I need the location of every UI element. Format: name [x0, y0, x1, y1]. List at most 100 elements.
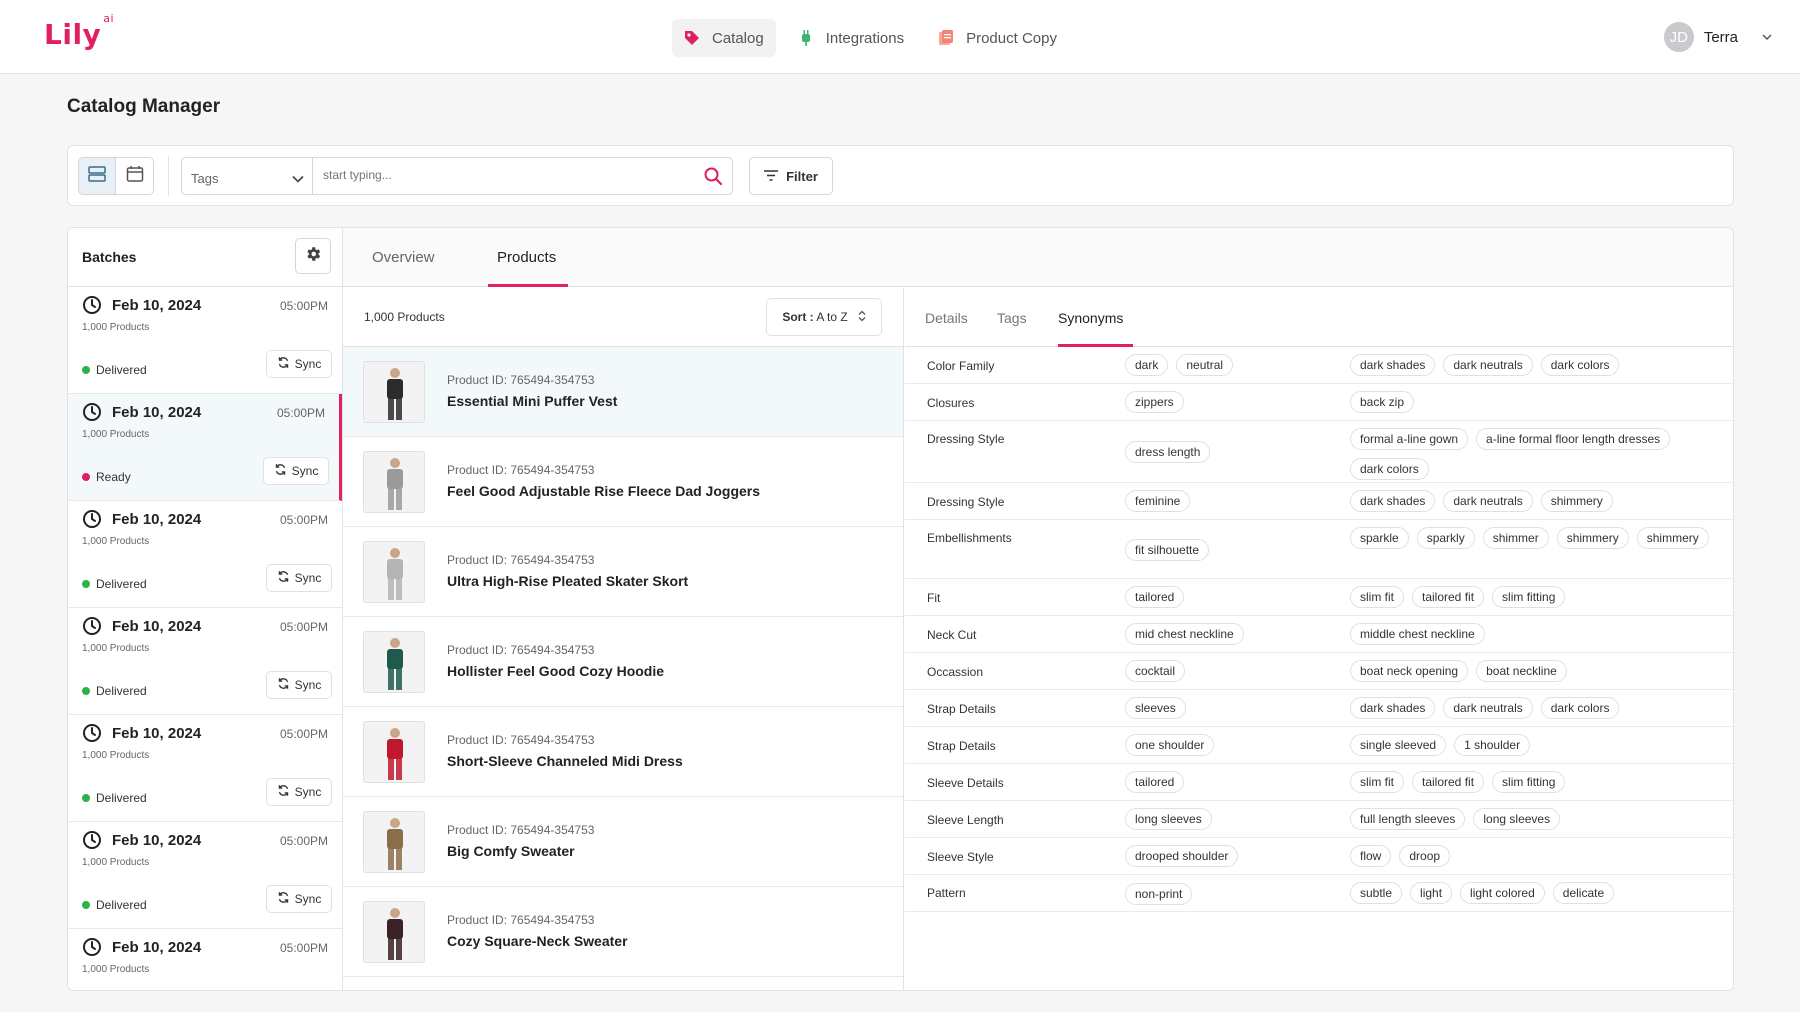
tag-chip[interactable]: one shoulder — [1125, 734, 1215, 756]
tag-chip[interactable]: cocktail — [1125, 660, 1186, 682]
batch-date: Feb 10, 2024 — [112, 404, 202, 421]
synonym-chip[interactable]: tailored fit — [1412, 586, 1485, 608]
synonym-chip[interactable]: flow — [1350, 845, 1392, 867]
tag-chip[interactable]: dress length — [1125, 441, 1211, 463]
synonym-chip[interactable]: boat neck opening — [1350, 660, 1469, 682]
synonym-chip[interactable]: shimmery — [1540, 490, 1613, 512]
tag-chip[interactable]: non-print — [1125, 883, 1193, 905]
batch-item[interactable]: Feb 10, 2024 05:00PM 1,000 Products Deli… — [68, 822, 342, 929]
attribute-synonyms: slim fit tailored fit slim fitting — [1350, 771, 1720, 793]
synonym-chip[interactable]: slim fit — [1350, 586, 1404, 608]
synonym-chip[interactable]: slim fitting — [1492, 586, 1566, 608]
sync-button[interactable]: Sync — [266, 885, 332, 913]
tag-chip[interactable]: mid chest neckline — [1125, 623, 1244, 645]
batch-settings-button[interactable] — [295, 238, 331, 274]
tag-chip[interactable]: drooped shoulder — [1125, 845, 1239, 867]
synonym-chip[interactable]: formal a-line gown — [1350, 428, 1469, 450]
batch-item[interactable]: Feb 10, 2024 05:00PM 1,000 Products — [68, 929, 342, 990]
synonym-chip[interactable]: sparkle — [1350, 527, 1409, 549]
batch-item[interactable]: Feb 10, 2024 05:00PM 1,000 Products Deli… — [68, 501, 342, 608]
tab-products[interactable]: Products — [497, 249, 556, 266]
sync-button[interactable]: Sync — [266, 564, 332, 592]
sync-button[interactable]: Sync — [263, 457, 329, 485]
gear-icon — [304, 245, 322, 268]
list-view-button[interactable] — [79, 158, 116, 194]
synonym-chip[interactable]: dark neutrals — [1443, 354, 1533, 376]
synonym-chip[interactable]: light — [1410, 882, 1453, 904]
tag-chip[interactable]: tailored — [1125, 771, 1185, 793]
tags-select[interactable]: Tags — [181, 157, 313, 195]
tag-chip[interactable]: feminine — [1125, 490, 1191, 512]
synonym-chip[interactable]: slim fitting — [1492, 771, 1566, 793]
filter-button[interactable]: Filter — [749, 157, 833, 195]
synonym-chip[interactable]: a-line formal floor length dresses — [1476, 428, 1671, 450]
product-row[interactable]: Product ID: 765494-354753 Short-Sleeve C… — [343, 707, 903, 797]
search-input[interactable] — [313, 158, 673, 192]
attribute-label: Strap Details — [927, 702, 996, 716]
batch-item[interactable]: Feb 10, 2024 05:00PM 1,000 Products Deli… — [68, 608, 342, 715]
synonym-chip[interactable]: 1 shoulder — [1454, 734, 1531, 756]
tag-chip[interactable]: neutral — [1176, 354, 1234, 376]
synonym-chip[interactable]: light colored — [1460, 882, 1545, 904]
clock-icon — [82, 830, 102, 855]
synonym-chip[interactable]: shimmery — [1556, 527, 1629, 549]
synonym-chip[interactable]: dark colors — [1540, 697, 1620, 719]
synonym-chip[interactable]: shimmer — [1482, 527, 1549, 549]
calendar-view-button[interactable] — [116, 158, 153, 194]
tag-chip[interactable]: long sleeves — [1125, 808, 1212, 830]
tag-chip[interactable]: sleeves — [1125, 697, 1186, 719]
sync-button[interactable]: Sync — [266, 671, 332, 699]
nav-item-catalog[interactable]: Catalog — [672, 19, 776, 57]
synonym-chip[interactable]: dark colors — [1540, 354, 1620, 376]
synonym-chip[interactable]: dark shades — [1350, 354, 1436, 376]
user-menu[interactable]: JD Terra — [1663, 22, 1772, 52]
synonym-chip[interactable]: shimmery — [1636, 527, 1709, 549]
synonym-chip[interactable]: back zip — [1350, 391, 1415, 413]
product-row[interactable]: Product ID: 765494-354753 Cozy Square-Ne… — [343, 887, 903, 977]
tag-chip[interactable]: zippers — [1125, 391, 1184, 413]
synonym-chip[interactable]: delicate — [1552, 882, 1615, 904]
synonym-chip[interactable]: boat neckline — [1476, 660, 1567, 682]
synonym-chip[interactable]: subtle — [1350, 882, 1403, 904]
synonym-chip[interactable]: dark shades — [1350, 697, 1436, 719]
chevron-down-icon[interactable] — [1762, 30, 1772, 44]
product-row[interactable]: Product ID: 765494-354753 Feel Good Adju… — [343, 437, 903, 527]
synonym-chip[interactable]: dark shades — [1350, 490, 1436, 512]
synonym-chip[interactable]: long sleeves — [1473, 808, 1561, 830]
tab-details[interactable]: Details — [925, 310, 968, 326]
sync-button[interactable]: Sync — [266, 778, 332, 806]
search-box — [313, 157, 733, 195]
products-panel: 1,000 Products Sort : A to Z Product ID:… — [343, 288, 904, 990]
synonym-chip[interactable]: slim fit — [1350, 771, 1404, 793]
tag-chip[interactable]: tailored — [1125, 586, 1185, 608]
synonym-chip[interactable]: droop — [1399, 845, 1451, 867]
synonym-chip[interactable]: dark colors — [1350, 458, 1429, 480]
product-row[interactable]: Product ID: 765494-354753 Big Comfy Swea… — [343, 797, 903, 887]
batch-item[interactable]: Feb 10, 2024 05:00PM 1,000 Products Deli… — [68, 715, 342, 822]
nav-item-integrations[interactable]: Integrations — [786, 19, 916, 57]
synonym-chip[interactable]: full length sleeves — [1350, 808, 1466, 830]
search-icon[interactable] — [703, 166, 723, 191]
tab-overview[interactable]: Overview — [372, 249, 435, 266]
batch-item[interactable]: Feb 10, 2024 05:00PM 1,000 Products Deli… — [68, 287, 342, 394]
synonym-chip[interactable]: tailored fit — [1412, 771, 1485, 793]
tab-synonyms[interactable]: Synonyms — [1058, 310, 1123, 326]
synonym-chip[interactable]: dark neutrals — [1443, 490, 1533, 512]
tag-chip[interactable]: dark — [1125, 354, 1169, 376]
sort-button[interactable]: Sort : A to Z — [766, 298, 882, 336]
batch-list: Feb 10, 2024 05:00PM 1,000 Products Deli… — [68, 287, 342, 990]
product-row[interactable]: Product ID: 765494-354753 Hollister Feel… — [343, 617, 903, 707]
tab-tags[interactable]: Tags — [997, 310, 1027, 326]
synonym-chip[interactable]: single sleeved — [1350, 734, 1447, 756]
product-row[interactable]: Product ID: 765494-354753 Ultra High-Ris… — [343, 527, 903, 617]
synonym-chip[interactable]: dark neutrals — [1443, 697, 1533, 719]
synonym-chip[interactable]: middle chest neckline — [1350, 623, 1485, 645]
lily-logo[interactable]: Lily ai — [44, 12, 114, 51]
nav-item-product-copy[interactable]: Product Copy — [926, 19, 1069, 57]
product-row[interactable]: Product ID: 765494-354753 Essential Mini… — [343, 347, 903, 437]
synonym-chip[interactable]: sparkly — [1416, 527, 1475, 549]
sync-button[interactable]: Sync — [266, 350, 332, 378]
sync-icon — [274, 463, 287, 479]
batch-item[interactable]: Feb 10, 2024 05:00PM 1,000 Products Read… — [68, 394, 342, 501]
tag-chip[interactable]: fit silhouette — [1125, 539, 1210, 561]
